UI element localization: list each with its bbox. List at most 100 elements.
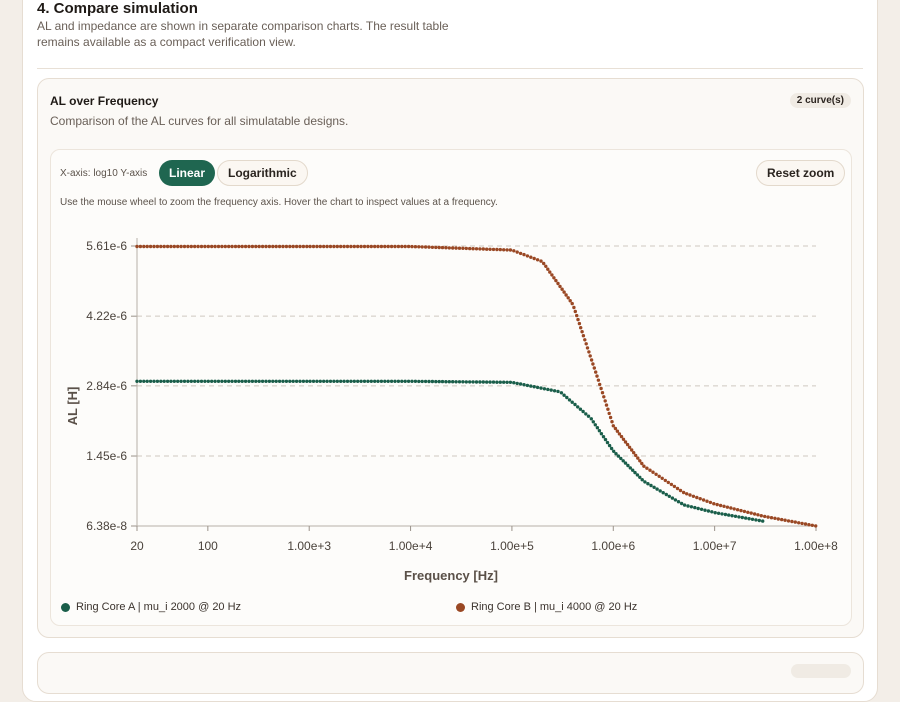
data-point xyxy=(162,244,166,249)
data-point xyxy=(440,245,445,250)
data-point xyxy=(607,411,611,416)
data-point xyxy=(678,488,683,493)
data-point xyxy=(638,475,642,479)
data-point xyxy=(600,391,605,395)
data-point xyxy=(485,380,489,384)
data-point xyxy=(240,379,244,383)
data-point xyxy=(186,379,190,383)
data-point xyxy=(335,244,339,249)
data-point xyxy=(669,482,674,487)
legend-item-a[interactable]: Ring Core A | mu_i 2000 @ 20 Hz xyxy=(61,601,241,613)
series-a-swatch xyxy=(61,602,70,612)
chart-card-title: AL over Frequency xyxy=(50,94,159,108)
data-point xyxy=(464,380,468,384)
data-point xyxy=(558,284,562,289)
data-point xyxy=(359,244,363,249)
data-point xyxy=(549,388,553,392)
data-point xyxy=(689,505,694,509)
data-point xyxy=(790,519,794,524)
data-point xyxy=(301,244,306,249)
data-point xyxy=(322,379,326,383)
data-point xyxy=(608,415,613,420)
al-frequency-chart[interactable]: 5.61e-6 4.22e-6 2.84e-6 1.45e-6 6.38e-820 100… xyxy=(51,150,851,625)
data-point xyxy=(298,244,302,249)
data-point xyxy=(522,383,526,387)
data-point xyxy=(186,244,190,249)
data-point xyxy=(257,379,261,383)
data-point xyxy=(322,244,326,249)
data-point xyxy=(693,505,697,510)
data-point xyxy=(393,379,397,383)
data-point xyxy=(434,379,438,384)
data-point xyxy=(498,380,502,384)
data-point xyxy=(227,379,231,383)
data-point xyxy=(400,379,404,383)
data-point xyxy=(735,508,740,512)
data-point xyxy=(277,244,282,249)
section-description: AL and impedance are shown in separate c… xyxy=(37,19,449,49)
data-point xyxy=(763,514,767,519)
data-point xyxy=(619,434,624,439)
data-point xyxy=(444,380,448,384)
data-point xyxy=(189,244,193,249)
data-point xyxy=(739,508,743,513)
data-point xyxy=(686,504,690,508)
data-point xyxy=(596,378,601,382)
data-point xyxy=(332,244,336,249)
data-point xyxy=(148,244,153,249)
data-point xyxy=(220,379,224,383)
data-point xyxy=(556,389,560,394)
data-point xyxy=(725,505,730,509)
data-point xyxy=(619,456,623,461)
data-point xyxy=(182,244,187,249)
data-point xyxy=(498,247,502,252)
data-point xyxy=(810,523,814,527)
data-point xyxy=(572,305,576,310)
data-point xyxy=(675,486,680,491)
data-point xyxy=(440,379,445,384)
x-tick-label: 20 xyxy=(130,539,144,553)
data-point xyxy=(722,504,726,508)
data-point xyxy=(580,330,584,334)
data-point xyxy=(505,248,509,252)
data-point xyxy=(552,276,556,280)
data-point xyxy=(599,432,604,436)
data-point xyxy=(585,346,590,350)
data-point xyxy=(759,514,763,518)
data-point xyxy=(250,379,255,383)
data-point xyxy=(638,459,642,463)
data-point xyxy=(291,379,295,383)
data-point xyxy=(294,379,299,383)
data-point xyxy=(508,380,513,384)
data-point xyxy=(203,379,207,383)
data-point xyxy=(626,463,630,468)
data-point xyxy=(793,520,797,524)
legend-item-b[interactable]: Ring Core B | mu_i 4000 @ 20 Hz xyxy=(456,601,637,613)
data-point xyxy=(729,506,733,510)
data-point xyxy=(603,399,607,403)
data-point xyxy=(573,309,577,314)
data-point xyxy=(189,379,193,383)
data-point xyxy=(148,379,153,383)
data-point xyxy=(138,379,143,383)
x-tick-label: 1.00e+6 xyxy=(591,539,635,553)
data-point xyxy=(703,508,707,512)
data-point xyxy=(667,494,671,498)
data-point xyxy=(243,244,248,249)
data-point xyxy=(485,247,489,251)
data-point xyxy=(247,244,251,249)
data-point xyxy=(587,350,591,354)
data-point xyxy=(294,244,299,249)
data-point xyxy=(576,317,580,322)
data-point xyxy=(560,287,564,291)
data-point xyxy=(233,379,238,383)
data-point xyxy=(169,244,173,249)
data-point xyxy=(267,379,272,383)
data-point xyxy=(564,293,568,297)
data-point xyxy=(454,380,458,384)
data-point xyxy=(502,380,506,384)
data-point xyxy=(468,380,472,384)
data-point xyxy=(776,517,780,521)
divider xyxy=(37,68,863,69)
data-point xyxy=(240,244,244,249)
